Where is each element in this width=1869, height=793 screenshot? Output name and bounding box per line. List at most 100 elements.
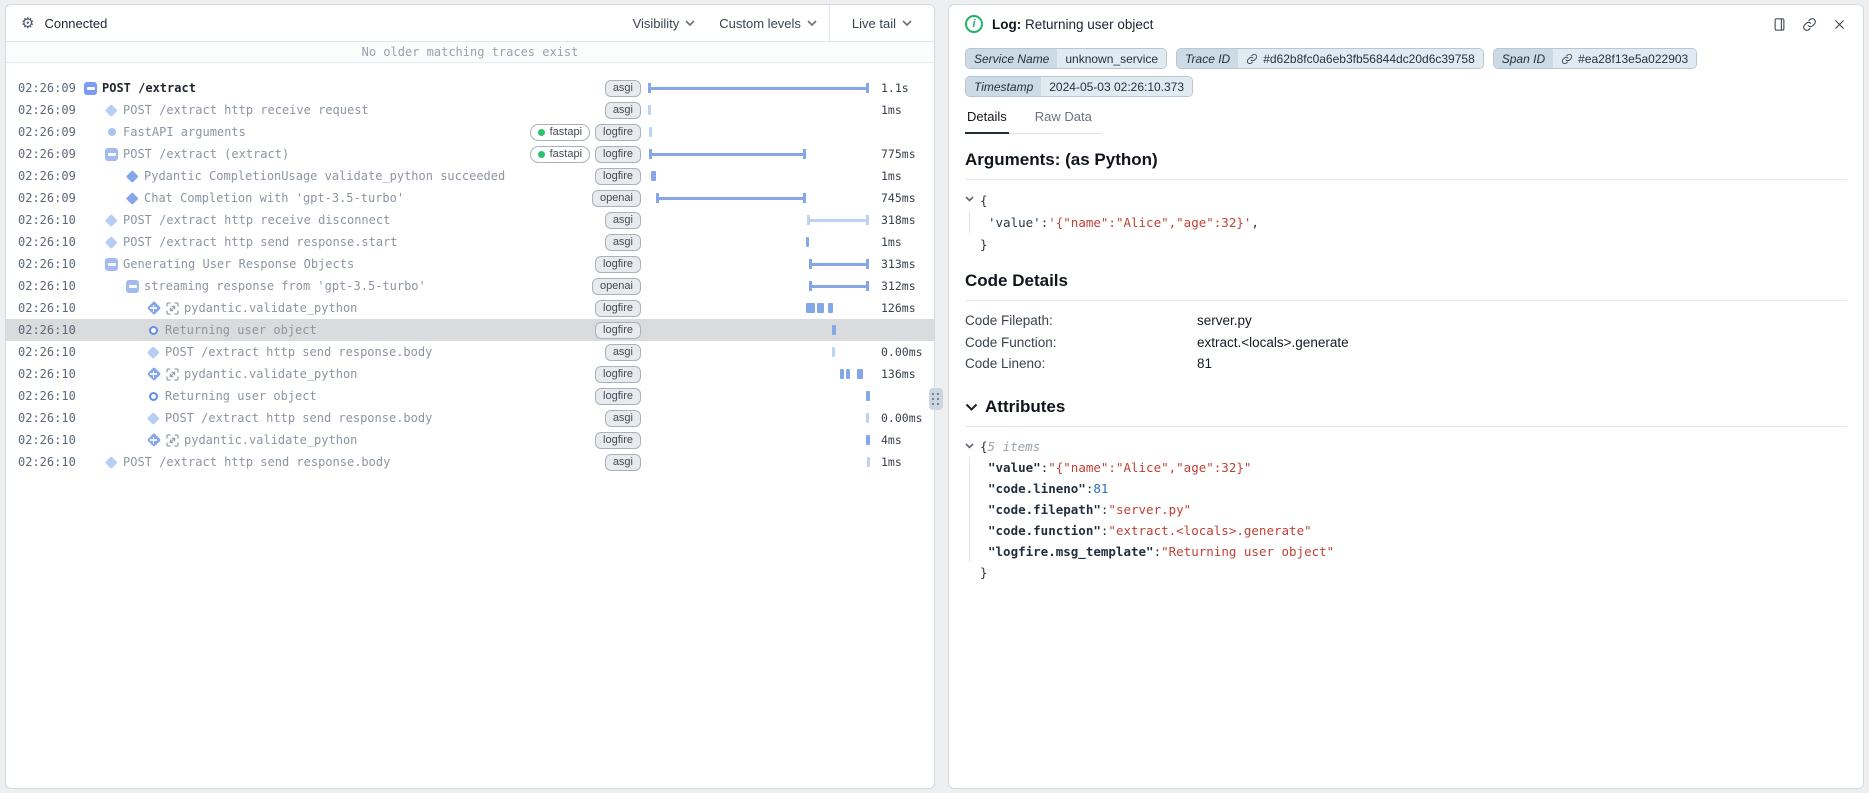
close-icon[interactable] (1832, 17, 1847, 32)
trace-timestamp: 02:26:10 (6, 411, 84, 425)
tag-pill-asgi[interactable]: asgi (605, 410, 641, 427)
badge-timestamp[interactable]: Timestamp2024-05-03 02:26:10.373 (965, 76, 1193, 97)
tag-label: logfire (603, 324, 633, 336)
panel-resize-handle[interactable] (929, 388, 943, 410)
duration-bar (817, 303, 824, 313)
collapse-group-icon (166, 302, 179, 315)
code-line-open[interactable]: { 5 items (965, 436, 1847, 457)
tag-label: openai (600, 192, 633, 204)
tag-label: openai (600, 280, 633, 292)
tag-pill-openai[interactable]: openai (592, 278, 641, 295)
gear-icon[interactable]: ⚙ (21, 16, 34, 31)
tag-pill-asgi[interactable]: asgi (605, 344, 641, 361)
trace-row[interactable]: 02:26:09POST /extract (extract)fastapilo… (6, 143, 934, 165)
grouped-span-icon (147, 434, 161, 447)
duration-bar (649, 149, 806, 159)
trace-span-name: POST /extract (102, 81, 196, 95)
code-details-list: Code Filepath:server.pyCode Function:ext… (949, 310, 1863, 375)
tag-pill-asgi[interactable]: asgi (605, 102, 641, 119)
attributes-heading[interactable]: Attributes (965, 397, 1847, 417)
badge-label: Span ID (1494, 49, 1553, 68)
duration-bar (840, 369, 844, 379)
tag-pill-fastapi[interactable]: fastapi (530, 146, 590, 163)
trace-row[interactable]: 02:26:10pydantic.validate_pythonlogfire1… (6, 363, 934, 385)
trace-row[interactable]: 02:26:10Returning user objectlogfire (6, 385, 934, 407)
link-icon (1561, 53, 1573, 65)
trace-row[interactable]: 02:26:09POST /extractasgi1.1s (6, 77, 934, 99)
tag-pill-logfire[interactable]: logfire (595, 366, 641, 383)
trace-tags: asgi (605, 212, 641, 229)
trace-span: POST /extract http send response.start (105, 235, 605, 249)
live-tail-dropdown[interactable]: Live tail (840, 16, 924, 31)
tag-pill-asgi[interactable]: asgi (605, 212, 641, 229)
trace-span: pydantic.validate_python (147, 433, 595, 447)
trace-span-name: Generating User Response Objects (123, 257, 354, 271)
link-icon[interactable] (1802, 17, 1817, 32)
tag-pill-logfire[interactable]: logfire (595, 146, 641, 163)
tag-pill-logfire[interactable]: logfire (595, 432, 641, 449)
collapse-group-icon (166, 368, 179, 381)
trace-row[interactable]: 02:26:09Pydantic CompletionUsage validat… (6, 165, 934, 187)
tag-pill-asgi[interactable]: asgi (605, 80, 641, 97)
duration-track (648, 253, 872, 275)
code-token: : (1101, 523, 1109, 538)
badge-span-id[interactable]: Span ID#ea28f13e5a022903 (1493, 48, 1697, 69)
side-panel-icon[interactable] (1772, 17, 1787, 32)
tag-pill-logfire[interactable]: logfire (595, 300, 641, 317)
trace-row[interactable]: 02:26:10POST /extract http send response… (6, 451, 934, 473)
trace-row[interactable]: 02:26:09POST /extract http receive reque… (6, 99, 934, 121)
trace-row[interactable]: 02:26:10Generating User Response Objects… (6, 253, 934, 275)
tab-details[interactable]: Details (965, 109, 1009, 134)
tag-pill-fastapi[interactable]: fastapi (530, 124, 590, 141)
badge-label: Trace ID (1177, 49, 1238, 68)
trace-row[interactable]: 02:26:10POST /extract http receive disco… (6, 209, 934, 231)
tag-pill-logfire[interactable]: logfire (595, 388, 641, 405)
duration-label: 1ms (872, 235, 934, 249)
code-token: : (1101, 502, 1109, 517)
tag-pill-asgi[interactable]: asgi (605, 234, 641, 251)
code-line-open[interactable]: { (965, 189, 1847, 211)
tag-label: logfire (603, 126, 633, 138)
duration-bar (828, 303, 833, 313)
trace-span: POST /extract (84, 81, 605, 95)
visibility-dropdown[interactable]: Visibility (621, 16, 708, 31)
tag-pill-logfire[interactable]: logfire (595, 256, 641, 273)
duration-track (648, 165, 872, 187)
tag-label: logfire (603, 390, 633, 402)
trace-span-name: POST /extract http receive disconnect (123, 213, 390, 227)
badge-value: #ea28f13e5a022903 (1553, 49, 1696, 68)
trace-row[interactable]: 02:26:10POST /extract http send response… (6, 341, 934, 363)
code-detail-label: Code Filepath: (965, 310, 1197, 332)
trace-row[interactable]: 02:26:10Returning user objectlogfire (6, 319, 934, 341)
trace-row[interactable]: 02:26:10pydantic.validate_pythonlogfire4… (6, 429, 934, 451)
tab-raw-data[interactable]: Raw Data (1033, 109, 1094, 133)
badge-trace-id[interactable]: Trace ID #d62b8fc0a6eb3fb56844dc20d6c3975… (1176, 48, 1484, 69)
badge-value-text: 2024-05-03 02:26:10.373 (1049, 80, 1184, 94)
tag-pill-openai[interactable]: openai (592, 190, 641, 207)
tag-pill-logfire[interactable]: logfire (595, 322, 641, 339)
tag-label: logfire (603, 170, 633, 182)
code-detail-label: Code Function: (965, 332, 1197, 354)
badge-service-name[interactable]: Service Nameunknown_service (965, 48, 1167, 69)
tag-pill-asgi[interactable]: asgi (605, 454, 641, 471)
tag-pill-logfire[interactable]: logfire (595, 124, 641, 141)
trace-tags: logfire (595, 300, 641, 317)
trace-row[interactable]: 02:26:10POST /extract http send response… (6, 407, 934, 429)
green-dot-icon (538, 129, 545, 136)
trace-row[interactable]: 02:26:10POST /extract http send response… (6, 231, 934, 253)
trace-row[interactable]: 02:26:09FastAPI argumentsfastapilogfire (6, 121, 934, 143)
trace-row[interactable]: 02:26:10pydantic.validate_pythonlogfire1… (6, 297, 934, 319)
duration-label: 1.1s (872, 81, 934, 95)
trace-tags: asgi (605, 80, 641, 97)
code-detail-value: extract.<locals>.generate (1197, 332, 1349, 354)
trace-row[interactable]: 02:26:09Chat Completion with 'gpt-3.5-tu… (6, 187, 934, 209)
tag-pill-logfire[interactable]: logfire (595, 168, 641, 185)
info-icon: i (965, 15, 983, 33)
trace-row[interactable]: 02:26:10streaming response from 'gpt-3.5… (6, 275, 934, 297)
badge-value-text: #d62b8fc0a6eb3fb56844dc20d6c39758 (1263, 52, 1475, 66)
duration-track (648, 429, 872, 451)
expanded-span-icon (126, 280, 139, 293)
custom-levels-dropdown[interactable]: Custom levels (707, 16, 829, 31)
trace-span-name: streaming response from 'gpt-3.5-turbo' (144, 279, 426, 293)
trace-span: Chat Completion with 'gpt-3.5-turbo' (126, 191, 592, 205)
